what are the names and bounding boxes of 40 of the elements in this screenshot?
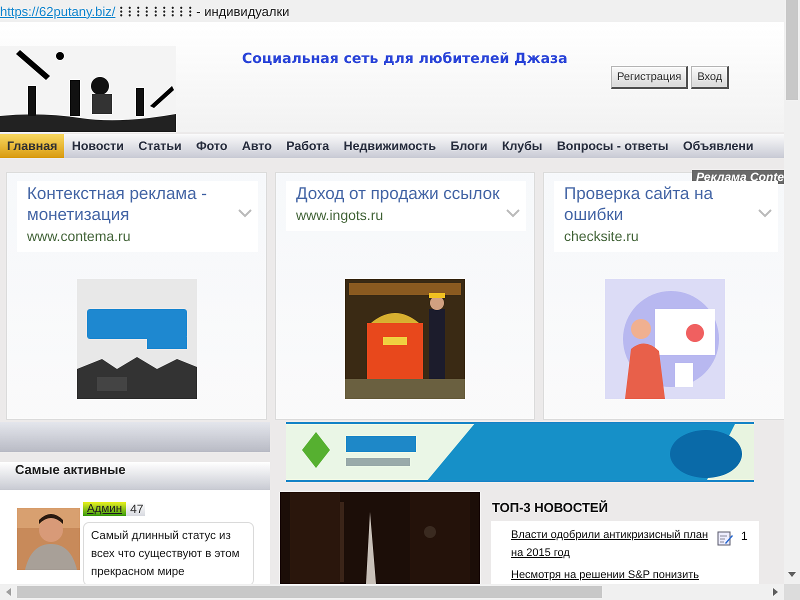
nav-tab[interactable]: Клубы [494,134,550,158]
role-badge[interactable]: Админ [83,502,126,516]
ad-title[interactable]: Доход от продажи ссылок [296,183,520,204]
nav-tab[interactable]: Блоги [443,134,494,158]
ad-url: www.ingots.ru [296,207,384,223]
login-button[interactable]: Вход [691,66,730,89]
chevron-down-icon[interactable] [238,209,252,218]
section-heading: Самые активные [0,462,270,490]
ad-title[interactable]: Проверка сайта на ошибки [564,183,772,225]
chevron-down-icon[interactable] [506,209,520,218]
news-heading: ТОП-3 НОВОСТЕЙ [492,500,609,515]
arrow-left-icon[interactable] [6,588,11,596]
news-link[interactable]: Власти одобрили антикризисный план на 2015 год [511,526,711,562]
vertical-scrollbar[interactable] [784,0,800,584]
comment-count: 1 [741,529,748,543]
scrollbar-thumb[interactable] [786,0,798,100]
nav-tab[interactable]: Главная [0,134,64,158]
ad-title[interactable]: Контекстная реклама - монетизация [27,183,252,225]
nav-tab[interactable]: Фото [189,134,234,158]
ad-url: checksite.ru [564,228,639,244]
nav-tab[interactable]: Работа [279,134,336,158]
placeholder-glyphs: ⁝ ⁝ ⁝ ⁝ ⁝ ⁝ ⁝ ⁝ ⁝ [119,3,192,20]
horizontal-scrollbar[interactable] [0,584,784,600]
ad-url: www.contema.ru [27,228,130,244]
nav-tab[interactable]: Вопросы - ответы [550,134,676,158]
news-link[interactable]: Несмотря на решении S&P понизить [511,566,711,584]
nav-tab[interactable]: Новости [64,134,131,158]
arrow-down-icon[interactable] [788,572,796,577]
nav-tab[interactable]: Недвижимость [336,134,443,158]
nav-tab[interactable]: Авто [234,134,279,158]
post-count: 47 [129,502,144,516]
link-caption: - индивидуалки [196,4,290,18]
scrollbar-thumb[interactable] [17,586,602,598]
chevron-down-icon[interactable] [758,209,772,218]
arrow-right-icon[interactable] [773,588,778,596]
nav-tab[interactable]: Статьи [131,134,189,158]
note-pencil-icon [717,530,733,546]
nav-tab[interactable]: Объявлени [676,134,754,158]
site-title: Социальная сеть для любителей Джаза [242,51,568,67]
register-button[interactable]: Регистрация [611,66,688,89]
